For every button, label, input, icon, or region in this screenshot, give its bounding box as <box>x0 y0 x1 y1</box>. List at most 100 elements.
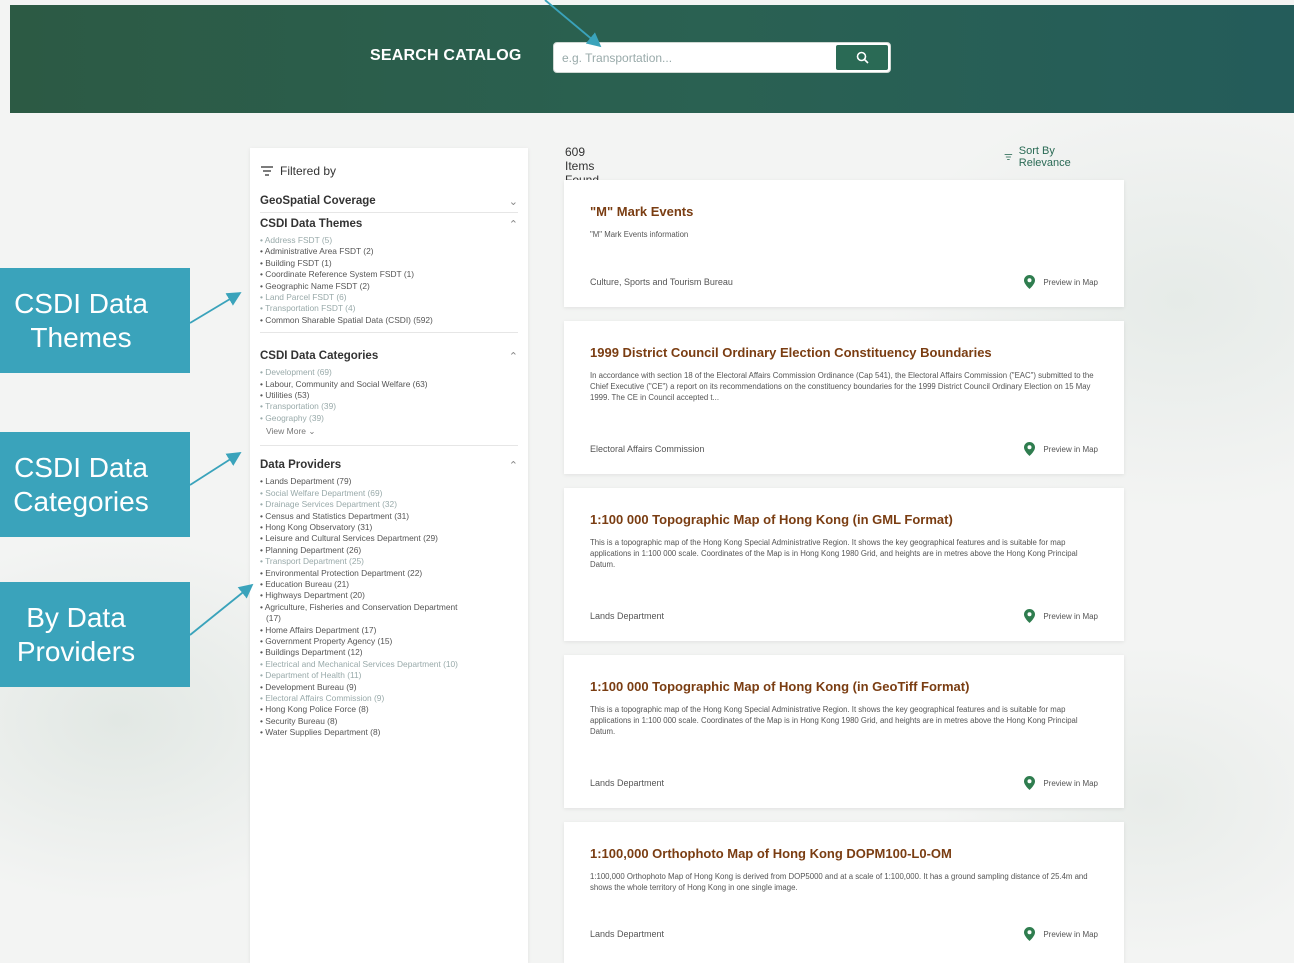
preview-in-map-label: Preview in Map <box>1043 929 1098 939</box>
preview-in-map-button[interactable]: Preview in Map <box>1024 442 1098 456</box>
result-title[interactable]: "M" Mark Events <box>590 204 1098 219</box>
chevron-down-icon: ⌄ <box>508 195 518 208</box>
map-pin-icon <box>1024 927 1036 941</box>
provider-item-label: Education Bureau (21) <box>265 578 350 589</box>
callout-themes: CSDI Data Themes <box>0 268 190 373</box>
category-item[interactable]: • Development (69) <box>260 367 518 378</box>
preview-in-map-button[interactable]: Preview in Map <box>1024 927 1098 941</box>
provider-item-label: Department of Health (11) <box>265 670 362 681</box>
theme-item[interactable]: • Geographic Name FSDT (2) <box>260 281 518 292</box>
theme-item-label: Land Parcel FSDT (6) <box>265 292 347 303</box>
provider-item-label: (17) <box>266 613 281 624</box>
provider-item[interactable]: • Home Affairs Department (17) <box>260 625 518 636</box>
sort-button[interactable]: Sort By Relevance <box>1004 145 1076 169</box>
result-provider: Lands Department <box>590 778 665 788</box>
provider-item[interactable]: • Government Property Agency (15) <box>260 636 518 647</box>
search-button[interactable] <box>836 45 888 70</box>
category-item[interactable]: • Geography (39) <box>260 413 518 424</box>
provider-item[interactable]: • Department of Health (11) <box>260 670 518 681</box>
theme-item[interactable]: • Coordinate Reference System FSDT (1) <box>260 269 518 280</box>
preview-in-map-button[interactable]: Preview in Map <box>1024 609 1098 623</box>
category-item[interactable]: • Utilities (53) <box>260 390 518 401</box>
result-title[interactable]: 1:100 000 Topographic Map of Hong Kong (… <box>590 679 1098 694</box>
result-card[interactable]: 1:100 000 Topographic Map of Hong Kong (… <box>564 488 1124 641</box>
view-more-label: View More <box>266 426 306 437</box>
provider-item[interactable]: • Security Bureau (8) <box>260 716 518 727</box>
search-catalog-label: SEARCH CATALOG <box>370 47 522 64</box>
provider-item[interactable]: • Electoral Affairs Commission (9) <box>260 693 518 704</box>
provider-item-label: Highways Department (20) <box>265 590 365 601</box>
result-card[interactable]: "M" Mark Events "M" Mark Events informat… <box>564 180 1124 307</box>
preview-in-map-label: Preview in Map <box>1043 611 1098 621</box>
filter-icon <box>261 166 273 176</box>
provider-item[interactable]: • Buildings Department (12) <box>260 647 518 658</box>
provider-item-label: Hong Kong Police Force (8) <box>265 704 369 715</box>
provider-item[interactable]: • Development Bureau (9) <box>260 682 518 693</box>
provider-item[interactable]: • Leisure and Cultural Services Departme… <box>260 533 518 544</box>
chevron-down-icon: ⌄ <box>308 426 316 437</box>
result-card[interactable]: 1:100 000 Topographic Map of Hong Kong (… <box>564 655 1124 808</box>
provider-item-label: Electrical and Mechanical Services Depar… <box>265 658 458 669</box>
category-item-label: Utilities (53) <box>265 390 310 401</box>
callout-providers-label: By Data Providers <box>16 601 136 667</box>
callout-providers: By Data Providers <box>0 582 190 687</box>
categories-toggle[interactable]: CSDI Data Categories ⌃ <box>260 345 518 367</box>
map-background <box>0 0 1294 963</box>
result-card[interactable]: 1999 District Council Ordinary Election … <box>564 321 1124 474</box>
result-footer: Lands Department Preview in Map <box>590 927 1098 941</box>
theme-item[interactable]: • Common Sharable Spatial Data (CSDI) (5… <box>260 315 518 326</box>
provider-item[interactable]: • Social Welfare Department (69) <box>260 488 518 499</box>
geospatial-coverage-section: GeoSpatial Coverage ⌄ <box>260 190 518 213</box>
themes-title: CSDI Data Themes <box>260 218 363 230</box>
header-bar: SEARCH CATALOG <box>10 5 1294 113</box>
category-item[interactable]: • Transportation (39) <box>260 401 518 412</box>
provider-item[interactable]: • Drainage Services Department (32) <box>260 499 518 510</box>
provider-item[interactable]: • Agriculture, Fisheries and Conservatio… <box>260 602 518 613</box>
provider-item-label: Water Supplies Department (8) <box>265 727 381 738</box>
category-item-label: Development (69) <box>265 367 332 378</box>
theme-item-label: Geographic Name FSDT (2) <box>265 280 370 291</box>
theme-item[interactable]: • Building FSDT (1) <box>260 258 518 269</box>
providers-toggle[interactable]: Data Providers ⌃ <box>260 454 518 476</box>
providers-title: Data Providers <box>260 459 342 472</box>
provider-item[interactable]: • Water Supplies Department (8) <box>260 727 518 738</box>
result-card[interactable]: 1:100,000 Orthophoto Map of Hong Kong DO… <box>564 822 1124 963</box>
theme-item[interactable]: • Land Parcel FSDT (6) <box>260 292 518 303</box>
provider-item[interactable]: • Environmental Protection Department (2… <box>260 568 518 579</box>
provider-item[interactable]: • Education Bureau (21) <box>260 579 518 590</box>
provider-item[interactable]: • Highways Department (20) <box>260 590 518 601</box>
provider-item[interactable]: • Transport Department (25) <box>260 556 518 567</box>
search-icon <box>856 51 869 64</box>
provider-item[interactable]: • Lands Department (79) <box>260 476 518 487</box>
provider-item[interactable]: • Hong Kong Police Force (8) <box>260 704 518 715</box>
provider-item-label: Development Bureau (9) <box>265 681 357 692</box>
preview-in-map-button[interactable]: Preview in Map <box>1024 776 1098 790</box>
provider-item-label: Planning Department (26) <box>265 544 362 555</box>
theme-item[interactable]: • Transportation FSDT (4) <box>260 303 518 314</box>
view-more-link[interactable]: View More ⌄ <box>260 424 518 445</box>
preview-in-map-label: Preview in Map <box>1043 444 1098 454</box>
category-item[interactable]: • Labour, Community and Social Welfare (… <box>260 379 518 390</box>
provider-item[interactable]: • Planning Department (26) <box>260 545 518 556</box>
result-footer: Culture, Sports and Tourism Bureau Previ… <box>590 275 1098 289</box>
callout-categories: CSDI Data Categories <box>0 432 190 537</box>
filtered-by-heading: Filtered by <box>260 162 518 180</box>
chevron-up-icon: ⌃ <box>508 218 518 231</box>
provider-item[interactable]: • Electrical and Mechanical Services Dep… <box>260 659 518 670</box>
theme-item[interactable]: • Administrative Area FSDT (2) <box>260 246 518 257</box>
filtered-by-label: Filtered by <box>280 164 337 178</box>
provider-item[interactable]: • Census and Statistics Department (31) <box>260 511 518 522</box>
search-input[interactable] <box>554 43 834 72</box>
geospatial-coverage-toggle[interactable]: GeoSpatial Coverage ⌄ <box>260 190 518 212</box>
result-title[interactable]: 1999 District Council Ordinary Election … <box>590 345 1098 360</box>
result-title[interactable]: 1:100 000 Topographic Map of Hong Kong (… <box>590 512 1098 527</box>
theme-item[interactable]: • Address FSDT (5) <box>260 235 518 246</box>
result-title[interactable]: 1:100,000 Orthophoto Map of Hong Kong DO… <box>590 846 1098 861</box>
provider-item[interactable]: • Hong Kong Observatory (31) <box>260 522 518 533</box>
search-box[interactable] <box>553 42 891 73</box>
provider-item-label: Buildings Department (12) <box>265 647 363 658</box>
theme-item-label: Common Sharable Spatial Data (CSDI) (592… <box>265 314 433 325</box>
result-description: In accordance with section 18 of the Ele… <box>590 371 1094 402</box>
themes-toggle[interactable]: CSDI Data Themes ⌃ <box>260 213 518 235</box>
preview-in-map-button[interactable]: Preview in Map <box>1024 275 1098 289</box>
